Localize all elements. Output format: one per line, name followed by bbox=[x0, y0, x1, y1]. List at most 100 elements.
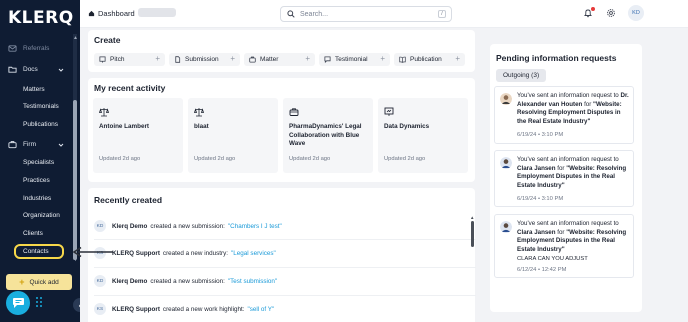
plus-icon: + bbox=[305, 54, 310, 63]
scroll-up-icon[interactable]: ▲ bbox=[470, 215, 474, 220]
search-input[interactable]: Search... / bbox=[280, 6, 452, 22]
create-testimonial-button[interactable]: Testimonial + bbox=[319, 53, 390, 66]
create-title: Create bbox=[94, 35, 121, 45]
recently-created-row[interactable]: KS KLERQ Support created a new work high… bbox=[94, 303, 274, 315]
quick-add-button[interactable]: + Quick add bbox=[6, 274, 72, 290]
divider bbox=[94, 267, 476, 268]
sidebar-item-contacts[interactable]: Contacts bbox=[23, 248, 49, 255]
avatar bbox=[500, 93, 512, 105]
divider bbox=[94, 295, 476, 296]
row-actor: KLERQ Support bbox=[112, 305, 160, 313]
top-bar: Dashboard Search... / KD bbox=[80, 0, 688, 28]
recently-created-scrollbar[interactable] bbox=[471, 221, 474, 247]
sidebar-item-firm[interactable]: Firm bbox=[8, 140, 36, 149]
activity-tile[interactable]: Antoine Lambert Updated 2d ago bbox=[93, 98, 183, 173]
row-actor: Klerq Demo bbox=[112, 277, 148, 285]
user-avatar[interactable]: KD bbox=[628, 5, 644, 21]
scroll-up-icon[interactable]: ▲ bbox=[73, 35, 78, 41]
gear-icon[interactable] bbox=[606, 8, 616, 18]
home-icon bbox=[88, 10, 95, 17]
pending-request-item[interactable]: You've sent an information request to Cl… bbox=[494, 150, 634, 207]
row-action: created a new work highlight: bbox=[162, 305, 245, 313]
search-icon bbox=[287, 10, 295, 18]
request-date: 6/19/24 • 3:10 PM bbox=[517, 132, 564, 138]
folder-icon bbox=[8, 65, 17, 74]
create-matter-button[interactable]: Matter + bbox=[244, 53, 315, 66]
sidebar-item-publications[interactable]: Publications bbox=[23, 121, 58, 128]
search-shortcut: / bbox=[438, 10, 446, 18]
pending-request-item[interactable]: You've sent an information request to Dr… bbox=[494, 86, 634, 144]
activity-name: Data Dynamics bbox=[384, 123, 430, 130]
sidebar-item-label: Referrals bbox=[23, 45, 50, 52]
pending-request-text: You've sent an information request to Cl… bbox=[517, 156, 631, 190]
create-testimonial-label: Testimonial bbox=[335, 56, 368, 63]
avatar: KD bbox=[94, 220, 106, 232]
presentation-icon bbox=[384, 107, 394, 116]
sidebar-item-testimonials[interactable]: Testimonials bbox=[23, 103, 59, 110]
sidebar-item-matters[interactable]: Matters bbox=[23, 86, 45, 93]
breadcrumb[interactable]: Dashboard bbox=[88, 9, 135, 18]
chevron-down-icon[interactable] bbox=[58, 67, 64, 73]
request-recipient: Clara Jansen bbox=[517, 228, 556, 236]
pending-request-item[interactable]: You've sent an information request to Cl… bbox=[494, 214, 634, 278]
recently-created-row[interactable]: KD Klerq Demo created a new submission: … bbox=[94, 275, 277, 287]
create-publication-button[interactable]: Publication + bbox=[394, 53, 465, 66]
activity-updated: Updated 2d ago bbox=[289, 156, 331, 162]
avatar bbox=[500, 221, 512, 233]
chevron-down-icon[interactable] bbox=[58, 142, 64, 148]
row-target-link[interactable]: "sell of Y" bbox=[247, 306, 274, 313]
recent-activity-card: My recent activity Antoine Lambert Updat… bbox=[88, 78, 475, 182]
request-prefix: You've sent an information request to bbox=[517, 156, 619, 163]
request-date: 6/19/24 • 3:10 PM bbox=[517, 196, 564, 202]
drag-handle-icon[interactable] bbox=[35, 296, 43, 310]
recently-created-row[interactable]: KD Klerq Demo created a new submission: … bbox=[94, 220, 282, 232]
chat-button[interactable] bbox=[6, 291, 30, 315]
sidebar-item-practices[interactable]: Practices bbox=[23, 177, 50, 184]
search-placeholder: Search... bbox=[300, 10, 329, 18]
plus-icon: + bbox=[380, 54, 385, 63]
create-submission-button[interactable]: Submission + bbox=[169, 53, 240, 66]
row-action: created a new submission: bbox=[150, 277, 225, 285]
pending-request-text: You've sent an information request to Dr… bbox=[517, 92, 631, 126]
tab-outgoing[interactable]: Outgoing (3) bbox=[496, 69, 547, 82]
activity-tile[interactable]: blaat Updated 2d ago bbox=[188, 98, 278, 173]
activity-tile[interactable]: Data Dynamics Updated 2d ago bbox=[378, 98, 468, 173]
quick-add-label: Quick add bbox=[29, 278, 59, 286]
create-pitch-button[interactable]: Pitch + bbox=[94, 53, 165, 66]
activity-name: PharmaDynamics' Legal Collaboration with… bbox=[289, 123, 362, 147]
recently-created-row[interactable]: KS KLERQ Support created a new industry:… bbox=[94, 247, 276, 259]
sidebar: KLERQ Referrals Docs Matters Testimonial… bbox=[0, 0, 80, 322]
blurred-breadcrumb bbox=[138, 8, 176, 17]
sidebar-scrollbar-thumb[interactable] bbox=[73, 100, 77, 260]
sidebar-item-label: Firm bbox=[23, 141, 36, 148]
sidebar-item-specialists[interactable]: Specialists bbox=[23, 159, 54, 166]
sidebar-item-clients[interactable]: Clients bbox=[23, 230, 43, 237]
row-target-link[interactable]: "Chambers I J test" bbox=[228, 223, 282, 230]
briefcase-icon bbox=[249, 56, 256, 63]
annotation-arrow-icon bbox=[72, 246, 113, 258]
request-for: for bbox=[557, 228, 565, 236]
row-action: created a new submission: bbox=[150, 222, 225, 230]
create-publication-label: Publication bbox=[410, 56, 442, 63]
request-date: 6/12/24 • 12:42 PM bbox=[517, 267, 567, 273]
create-pitch-label: Pitch bbox=[110, 56, 125, 63]
divider bbox=[94, 239, 476, 240]
sidebar-item-organization[interactable]: Organization bbox=[23, 212, 60, 219]
klerq-logo[interactable]: KLERQ bbox=[8, 8, 74, 28]
mail-icon bbox=[8, 44, 17, 53]
row-action: created a new industry: bbox=[162, 249, 229, 257]
request-for: for bbox=[584, 100, 592, 108]
create-card: Create Pitch + Submission + Matter + Tes… bbox=[88, 30, 475, 72]
activity-tile[interactable]: PharmaDynamics' Legal Collaboration with… bbox=[283, 98, 373, 173]
sidebar-item-referrals[interactable]: Referrals bbox=[8, 44, 49, 53]
scales-icon bbox=[99, 108, 109, 117]
row-target-link[interactable]: "Test submission" bbox=[228, 278, 277, 285]
avatar: KD bbox=[94, 275, 106, 287]
briefcase-icon bbox=[8, 140, 17, 149]
breadcrumb-dashboard: Dashboard bbox=[98, 9, 135, 18]
row-target-link[interactable]: "Legal services" bbox=[231, 250, 276, 257]
request-recipient: Clara Jansen bbox=[517, 164, 556, 172]
sidebar-item-docs[interactable]: Docs bbox=[8, 65, 38, 74]
sidebar-item-industries[interactable]: Industries bbox=[23, 195, 51, 202]
request-note: CLARA CAN YOU ADJUST bbox=[517, 256, 588, 262]
